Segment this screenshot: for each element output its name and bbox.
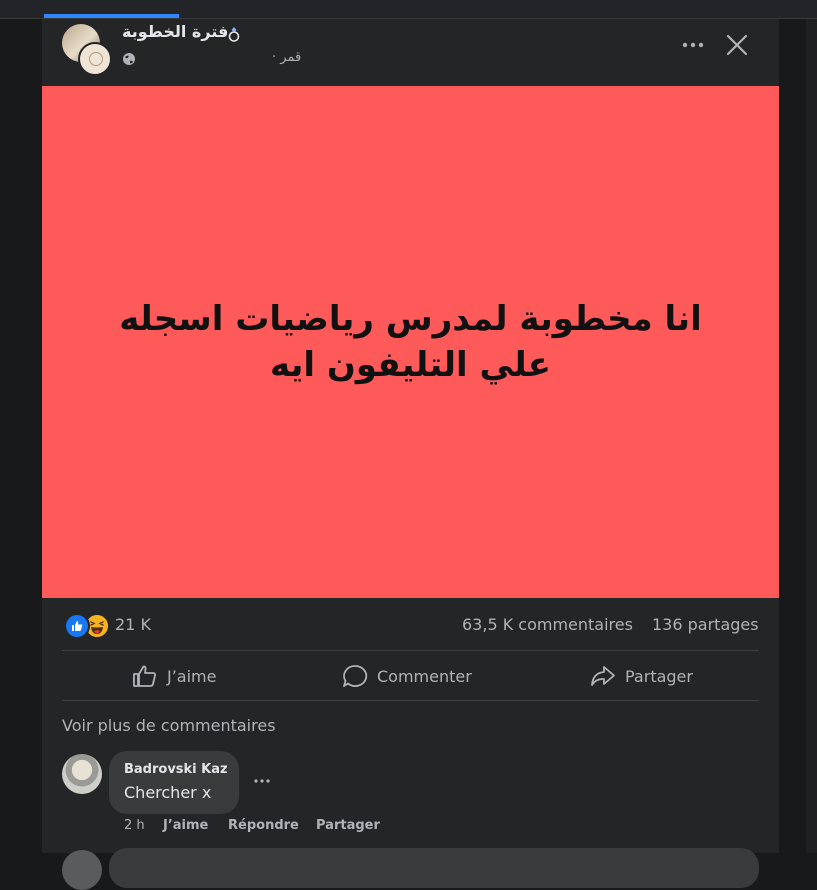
more-dots-icon: [682, 42, 704, 48]
comment-bubble-icon: [343, 665, 368, 687]
right-rail: [806, 19, 817, 853]
thumbs-up-icon: [72, 621, 83, 631]
post-stats: 21 K 63,5 K commentaires 136 partages: [42, 609, 779, 641]
comment-time[interactable]: 2 h: [124, 818, 145, 833]
view-more-comments-link[interactable]: Voir plus de commentaires: [62, 716, 276, 735]
post-card: فترة الخطوبة قمر · انا مخطوبة لمدرس رياض…: [42, 19, 779, 890]
action-bar: J’aime Commenter Partager: [62, 652, 759, 700]
comment-text: Chercher x: [124, 783, 212, 802]
like-button[interactable]: J’aime: [132, 652, 216, 700]
avatar[interactable]: [62, 754, 102, 794]
page-name[interactable]: فترة الخطوبة: [122, 22, 228, 41]
like-reaction-icon[interactable]: [64, 613, 90, 639]
post-image-text: انا مخطوبة لمدرس رياضيات اسجله علي التلي…: [119, 299, 702, 385]
share-button-label: Partager: [625, 666, 693, 686]
comment-like-link[interactable]: J’aime: [163, 818, 208, 833]
page-avatar[interactable]: [62, 24, 112, 76]
divider: [62, 700, 759, 701]
comment-options-button[interactable]: [250, 771, 274, 791]
post-meta: قمر ·: [122, 49, 312, 69]
comment-reply-link[interactable]: Répondre: [228, 818, 299, 833]
comment-bubble: Badrovski Kaz Chercher x: [109, 751, 239, 814]
globe-icon: [123, 53, 135, 65]
comment-share-link[interactable]: Partager: [316, 818, 380, 833]
reaction-count[interactable]: 21 K: [115, 615, 151, 634]
divider: [62, 650, 759, 651]
comment-button[interactable]: Commenter: [342, 652, 472, 700]
post-date[interactable]: قمر ·: [272, 50, 301, 65]
close-button[interactable]: [722, 30, 752, 60]
share-arrow-icon: [591, 666, 615, 686]
comment-author[interactable]: Badrovski Kaz: [124, 762, 228, 777]
thumbs-up-icon: [133, 665, 156, 687]
post-image[interactable]: انا مخطوبة لمدرس رياضيات اسجله علي التلي…: [42, 86, 779, 598]
more-dots-icon: [254, 779, 270, 783]
loading-progress-bar: [44, 14, 179, 18]
like-button-label: J’aime: [167, 666, 217, 686]
share-button[interactable]: Partager: [590, 652, 693, 700]
comment-bubble: [109, 848, 759, 888]
post-header: فترة الخطوبة قمر ·: [42, 19, 779, 85]
page-logo-badge: [78, 42, 112, 76]
top-bar: [0, 0, 817, 19]
share-count[interactable]: 136 partages: [652, 615, 759, 634]
ring-icon: [228, 27, 240, 42]
close-icon: [726, 34, 748, 56]
avatar[interactable]: [62, 850, 102, 890]
more-options-button[interactable]: [678, 32, 708, 58]
comment-button-label: Commenter: [377, 666, 472, 686]
comment-count[interactable]: 63,5 K commentaires: [462, 615, 633, 634]
